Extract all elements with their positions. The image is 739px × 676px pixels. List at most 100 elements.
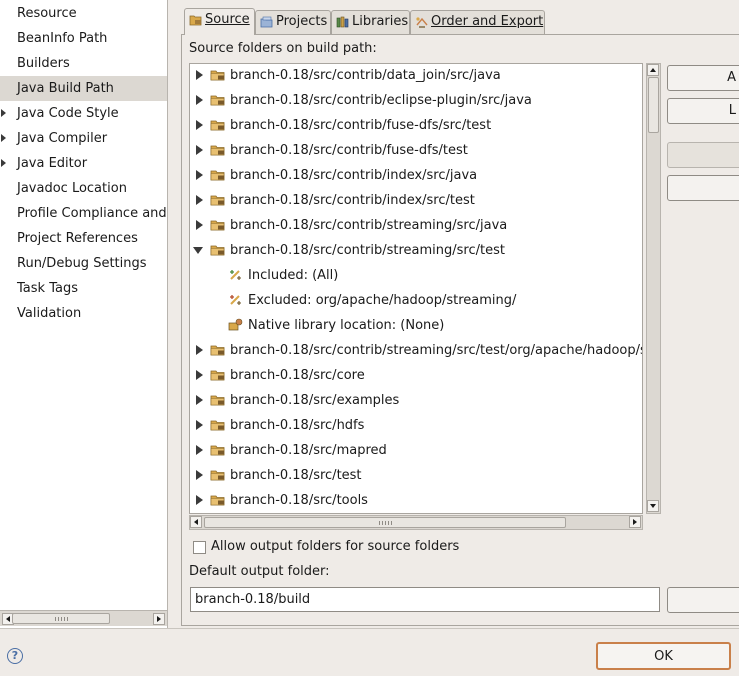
nav-item[interactable]: Task Tags [0, 276, 167, 301]
edit-button[interactable] [667, 142, 739, 168]
tab-projects[interactable]: Projects [255, 10, 331, 34]
tree-row[interactable]: branch-0.18/src/test [190, 463, 642, 488]
tree-child-label: Native library location: (None) [248, 318, 445, 333]
browse-button[interactable] [667, 587, 739, 613]
tree-row[interactable]: branch-0.18/src/mapred [190, 438, 642, 463]
nav-item[interactable]: Java Code Style [0, 101, 167, 126]
expand-arrow-icon[interactable] [196, 345, 203, 355]
expand-arrow-icon[interactable] [196, 145, 203, 155]
nav-item[interactable]: Javadoc Location [0, 176, 167, 201]
nav-item-label: Java Editor [17, 156, 88, 171]
tree-vertical-scrollbar[interactable] [646, 63, 661, 514]
expand-arrow-icon[interactable] [196, 395, 203, 405]
properties-nav-tree: Resource BeanInfo Path Builders Java Build … [0, 0, 168, 628]
expand-arrow-icon[interactable] [196, 170, 203, 180]
remove-button[interactable] [667, 175, 739, 201]
tree-row-label: branch-0.18/src/contrib/data_join/src/ja… [230, 68, 501, 83]
tree-child-label: Excluded: org/apache/hadoop/streaming/ [248, 293, 517, 308]
tree-row[interactable]: branch-0.18/src/hdfs [190, 413, 642, 438]
scrollbar-thumb[interactable] [12, 613, 110, 624]
nav-item[interactable]: Resource [0, 1, 167, 26]
tab-source[interactable]: Source [184, 8, 255, 35]
nav-item[interactable]: Run/Debug Settings [0, 251, 167, 276]
ok-button[interactable]: OK [596, 642, 731, 670]
tree-child-label: Included: (All) [248, 268, 339, 283]
scrollbar-thumb[interactable] [648, 77, 659, 133]
source-folder-icon [210, 470, 225, 481]
source-folders-tree[interactable]: branch-0.18/src/contrib/data_join/src/ja… [189, 63, 643, 514]
tree-child-row[interactable]: Included: (All) [190, 263, 642, 288]
expand-arrow-icon[interactable] [1, 109, 6, 117]
expand-arrow-icon[interactable] [196, 470, 203, 480]
help-icon[interactable]: ? [7, 648, 23, 664]
tree-row-label: branch-0.18/src/tools [230, 493, 368, 508]
nav-item[interactable]: Project References [0, 226, 167, 251]
collapse-arrow-icon[interactable] [193, 247, 203, 254]
tree-row[interactable]: branch-0.18/src/contrib/streaming/src/ja… [190, 213, 642, 238]
scroll-up-button[interactable] [647, 64, 659, 76]
tree-row-label: branch-0.18/src/contrib/index/src/java [230, 168, 478, 183]
source-folder-icon [210, 345, 225, 356]
scrollbar-thumb[interactable] [204, 517, 566, 528]
source-folder-icon [210, 145, 225, 156]
scroll-right-button[interactable] [153, 613, 165, 625]
add-folder-button[interactable]: A [667, 65, 739, 91]
expand-arrow-icon[interactable] [196, 495, 203, 505]
expand-arrow-icon[interactable] [196, 220, 203, 230]
default-output-folder-label: Default output folder: [189, 564, 330, 579]
expand-arrow-icon[interactable] [1, 159, 6, 167]
nav-item-label: Javadoc Location [17, 181, 127, 196]
expand-arrow-icon[interactable] [196, 70, 203, 80]
tree-row[interactable]: branch-0.18/src/contrib/eclipse-plugin/s… [190, 88, 642, 113]
nav-item[interactable]: Profile Compliance and [0, 201, 167, 226]
expand-arrow-icon[interactable] [196, 370, 203, 380]
nav-item[interactable]: Java Build Path [0, 76, 167, 101]
default-output-folder-input[interactable] [190, 587, 660, 612]
tree-row[interactable]: branch-0.18/src/contrib/index/src/test [190, 188, 642, 213]
scroll-down-button[interactable] [647, 500, 659, 512]
source-folder-icon [210, 170, 225, 181]
nav-item[interactable]: Java Compiler [0, 126, 167, 151]
nav-item[interactable]: Validation [0, 301, 167, 326]
tree-row[interactable]: branch-0.18/src/core [190, 363, 642, 388]
expand-arrow-icon[interactable] [196, 420, 203, 430]
tab-libraries-label: Libraries [352, 14, 409, 29]
tree-row[interactable]: branch-0.18/src/tools [190, 488, 642, 513]
nav-item-label: Java Build Path [17, 81, 114, 96]
expand-arrow-icon[interactable] [1, 134, 6, 142]
nav-horizontal-scrollbar[interactable] [0, 610, 167, 626]
tree-row[interactable]: branch-0.18/src/contrib/fuse-dfs/src/tes… [190, 113, 642, 138]
tree-row[interactable]: branch-0.18/src/contrib/fuse-dfs/test [190, 138, 642, 163]
tree-row[interactable]: branch-0.18/src/examples [190, 388, 642, 413]
nav-item-label: Project References [17, 231, 138, 246]
nav-item[interactable]: Java Editor [0, 151, 167, 176]
tree-row[interactable]: branch-0.18/src/contrib/streaming/src/te… [190, 238, 642, 263]
source-folder-icon [210, 220, 225, 231]
tree-child-row[interactable]: Native library location: (None) [190, 313, 642, 338]
nav-item-label: Java Code Style [17, 106, 119, 121]
tree-row-label: branch-0.18/src/hdfs [230, 418, 365, 433]
nav-item-label: Builders [17, 56, 70, 71]
tree-row-label: branch-0.18/src/contrib/index/src/test [230, 193, 475, 208]
expand-arrow-icon[interactable] [196, 195, 203, 205]
tree-child-row[interactable]: Excluded: org/apache/hadoop/streaming/ [190, 288, 642, 313]
tree-row[interactable]: branch-0.18/src/contrib/index/src/java [190, 163, 642, 188]
expand-arrow-icon[interactable] [196, 95, 203, 105]
tree-row[interactable]: branch-0.18/src/contrib/data_join/src/ja… [190, 64, 642, 88]
nav-item[interactable]: Builders [0, 51, 167, 76]
expand-arrow-icon[interactable] [196, 120, 203, 130]
allow-output-folders-checkbox[interactable] [193, 541, 206, 554]
nav-item[interactable]: BeanInfo Path [0, 26, 167, 51]
tab-libraries[interactable]: Libraries [331, 10, 410, 34]
source-folder-icon [210, 120, 225, 131]
tree-row[interactable]: branch-0.18/src/contrib/streaming/src/te… [190, 338, 642, 363]
scroll-right-button[interactable] [629, 516, 641, 528]
expand-arrow-icon[interactable] [196, 445, 203, 455]
tree-row-label: branch-0.18/src/contrib/fuse-dfs/src/tes… [230, 118, 492, 133]
included-filter-icon [230, 270, 241, 280]
tree-horizontal-scrollbar[interactable] [189, 515, 643, 530]
scroll-left-button[interactable] [190, 516, 202, 528]
add-folder-button-label: A [727, 70, 736, 85]
link-source-button[interactable]: L [667, 98, 739, 124]
tab-order-and-export[interactable]: Order and Export [410, 10, 545, 34]
